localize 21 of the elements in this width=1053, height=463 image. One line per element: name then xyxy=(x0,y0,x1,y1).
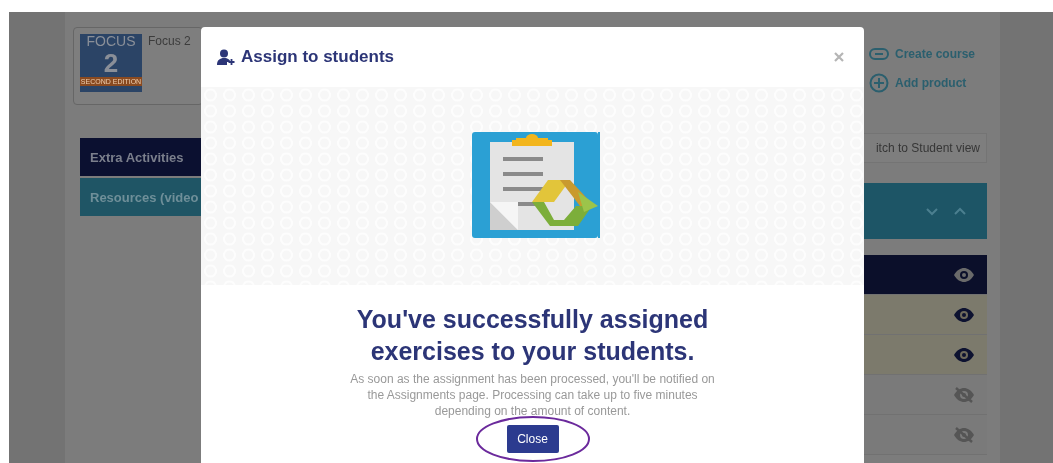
info-message: As soon as the assignment has been processed, you'll be notified on the Assignments page. Processing can take up to five minutes depending on the amount of content. xyxy=(349,371,716,419)
chevron-down-icon[interactable] xyxy=(925,206,939,216)
lesson-row[interactable] xyxy=(864,255,987,295)
dialog-title: Assign to students xyxy=(241,47,394,67)
close-button[interactable]: Close xyxy=(506,425,559,453)
eye-icon[interactable] xyxy=(953,346,975,363)
eye-slash-icon[interactable] xyxy=(953,426,975,443)
lesson-row[interactable] xyxy=(864,295,987,335)
add-icon xyxy=(869,73,889,93)
eye-slash-icon[interactable] xyxy=(953,386,975,403)
success-heading: You've successfully assigned exercises to your students. xyxy=(355,304,710,367)
eye-icon[interactable] xyxy=(953,306,975,323)
course-title: Focus 2 xyxy=(148,34,191,50)
action-link[interactable]: Add product xyxy=(869,73,976,93)
eye-icon[interactable] xyxy=(953,266,975,283)
chevron-up-icon[interactable] xyxy=(953,206,967,216)
lesson-row[interactable] xyxy=(864,335,987,375)
close-icon[interactable] xyxy=(832,50,846,64)
action-link[interactable]: Create course xyxy=(869,44,976,64)
add-user-icon xyxy=(217,49,235,65)
link-icon xyxy=(869,48,889,60)
